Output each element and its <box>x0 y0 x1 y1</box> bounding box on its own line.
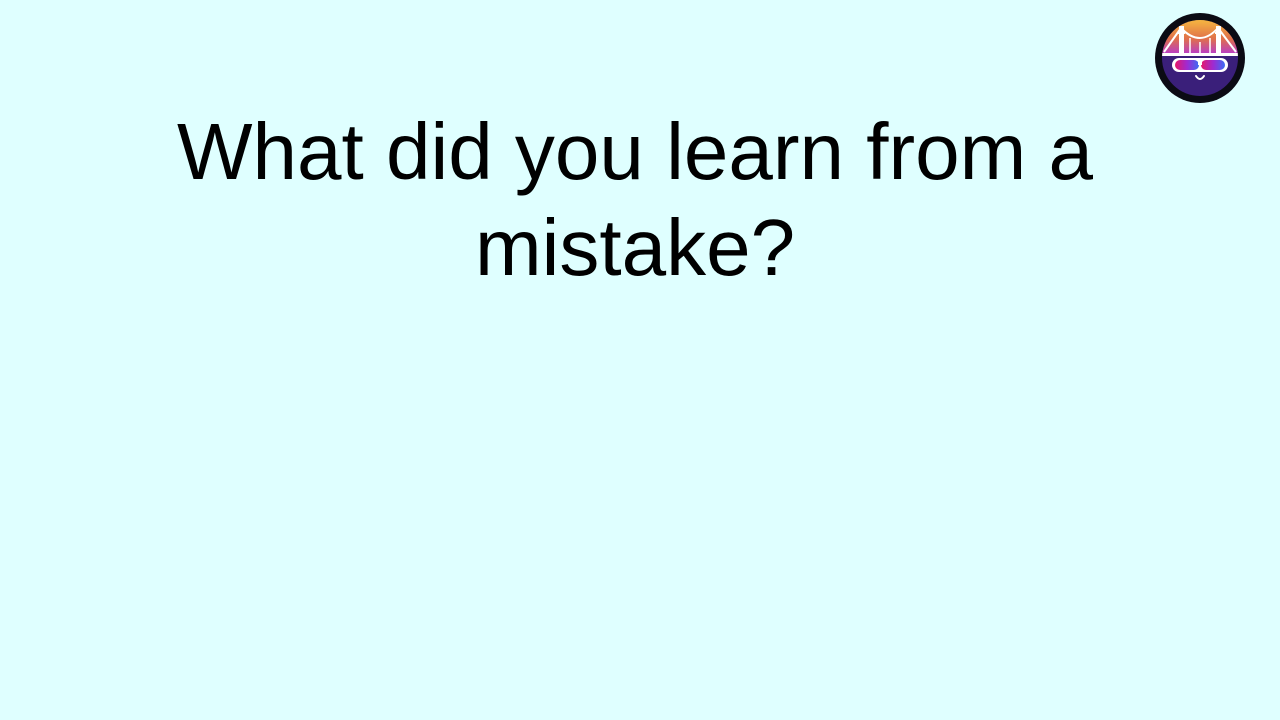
slide: What did you learn from a mistake? <box>0 0 1280 720</box>
bridge-logo-icon <box>1155 13 1245 103</box>
question-title: What did you learn from a mistake? <box>177 107 1093 292</box>
brand-logo <box>1154 12 1246 104</box>
